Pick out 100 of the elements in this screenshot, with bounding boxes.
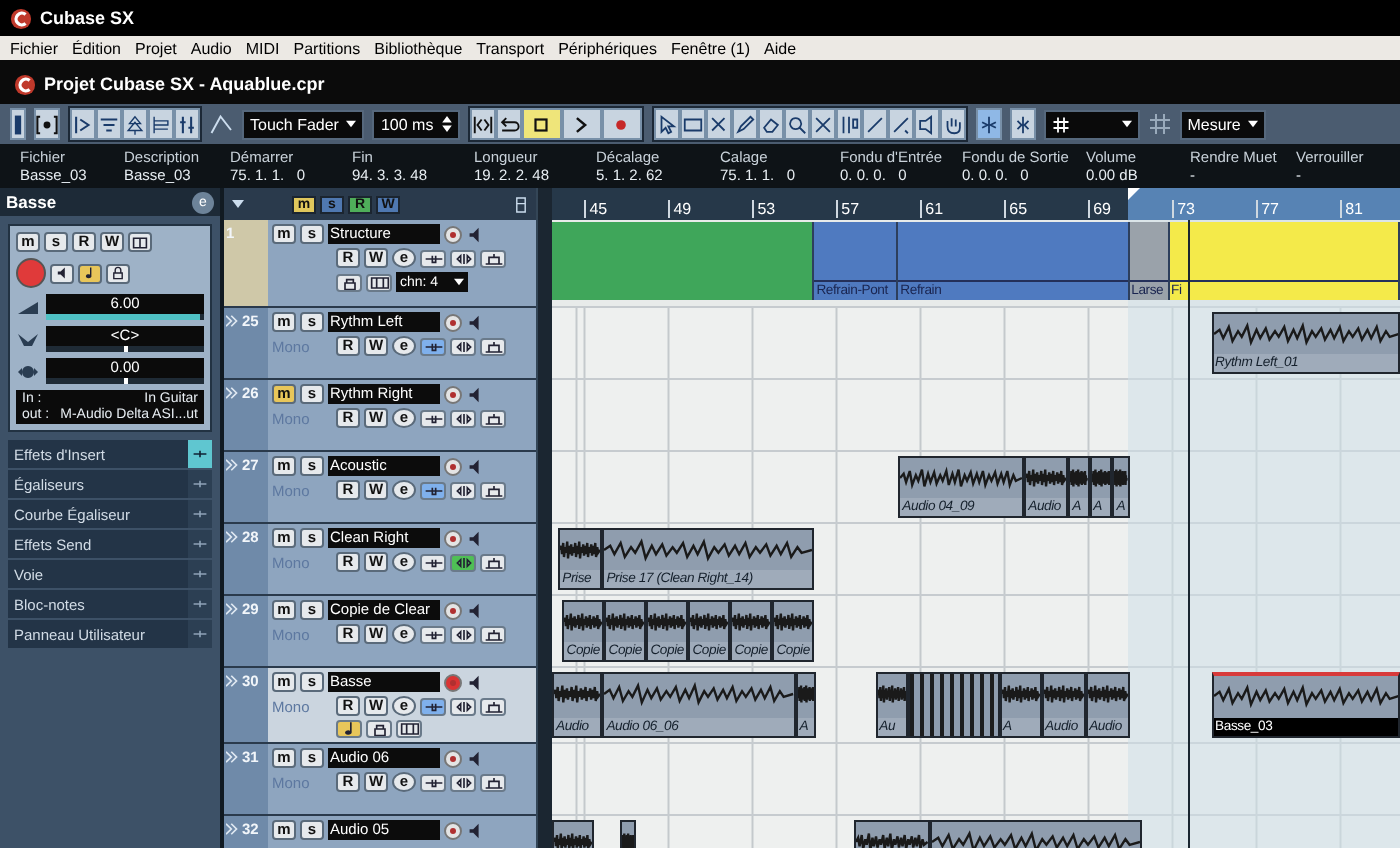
send-bypass-icon[interactable]: [480, 337, 506, 355]
monitor-icon[interactable]: [466, 225, 484, 243]
play-tool-icon[interactable]: [913, 108, 940, 140]
mixer-icon[interactable]: [174, 108, 200, 140]
snap-button[interactable]: [975, 108, 1002, 140]
record-enable-button[interactable]: [444, 673, 462, 691]
record-enable-button[interactable]: [444, 313, 462, 331]
eq-bypass-icon[interactable]: [450, 697, 476, 715]
menu-item[interactable]: MIDI: [245, 39, 280, 57]
spinner-icon[interactable]: [441, 116, 452, 132]
eq-bypass-icon[interactable]: [450, 409, 476, 427]
insert-bypass-icon[interactable]: [420, 773, 446, 791]
automation-mode-dropdown[interactable]: Touch Fader: [242, 109, 365, 139]
record-enable-button[interactable]: [444, 529, 462, 547]
menu-item[interactable]: Projet: [134, 39, 177, 57]
tree-icon[interactable]: [122, 108, 148, 140]
section-toggle-icon[interactable]: [188, 440, 212, 468]
pencil-icon[interactable]: [731, 108, 758, 140]
filter-icon[interactable]: [96, 108, 122, 140]
send-bypass-icon[interactable]: [480, 625, 506, 643]
monitor-icon[interactable]: [466, 457, 484, 475]
lanes-icon[interactable]: [128, 232, 152, 252]
lock-icon[interactable]: [106, 263, 130, 283]
hand-icon[interactable]: [939, 108, 966, 140]
record-button[interactable]: [601, 108, 642, 140]
monitor-icon[interactable]: [50, 263, 74, 283]
eq-bypass-icon[interactable]: [450, 773, 476, 791]
send-bypass-icon[interactable]: [480, 409, 506, 427]
monitor-icon[interactable]: [466, 749, 484, 767]
send-bypass-icon[interactable]: [480, 481, 506, 499]
record-enable-button[interactable]: [16, 258, 46, 288]
menu-item[interactable]: Fichier: [10, 39, 59, 57]
scissors-icon[interactable]: [705, 108, 732, 140]
send-bypass-icon[interactable]: [480, 249, 506, 267]
insert-bypass-icon[interactable]: [420, 697, 446, 715]
glue-icon[interactable]: [835, 108, 862, 140]
activate-project-button[interactable]: [10, 108, 26, 140]
cycle-icon[interactable]: [495, 108, 522, 140]
section-toggle-icon[interactable]: [188, 620, 212, 648]
timeline-ruler[interactable]: 45 49 53 57 61 65 69 73 77 81: [552, 188, 1400, 220]
lock-icon[interactable]: [336, 273, 362, 291]
preroll-field[interactable]: 100 ms: [372, 109, 460, 139]
lock-icon[interactable]: [366, 720, 392, 738]
section-toggle-icon[interactable]: [188, 500, 212, 528]
record-enable-button[interactable]: [444, 385, 462, 403]
snap-mode-dropdown[interactable]: [1043, 109, 1140, 139]
lanes-icon[interactable]: [366, 273, 392, 291]
zoom-icon[interactable]: [783, 108, 810, 140]
eraser-icon[interactable]: [757, 108, 784, 140]
menu-item[interactable]: Bibliothèque: [374, 39, 463, 57]
menu-item[interactable]: Transport: [476, 39, 545, 57]
insert-bypass-icon[interactable]: [420, 337, 446, 355]
menu-item[interactable]: Édition: [72, 39, 121, 57]
menu-item[interactable]: Audio: [190, 39, 232, 57]
eq-bypass-icon[interactable]: [450, 625, 476, 643]
constrain-delay-button[interactable]: [34, 108, 60, 140]
eq-bypass-icon[interactable]: [450, 249, 476, 267]
monitor-icon[interactable]: [466, 529, 484, 547]
insert-bypass-icon[interactable]: [420, 625, 446, 643]
menu-item[interactable]: Périphériques: [558, 39, 657, 57]
monitor-icon[interactable]: [466, 385, 484, 403]
insert-bypass-icon[interactable]: [420, 481, 446, 499]
record-enable-button[interactable]: [444, 749, 462, 767]
monitor-icon[interactable]: [466, 313, 484, 331]
note-icon[interactable]: [336, 720, 362, 738]
send-bypass-icon[interactable]: [480, 697, 506, 715]
record-enable-button[interactable]: [444, 601, 462, 619]
view-toggle-icon[interactable]: [70, 108, 96, 140]
eq-bypass-icon[interactable]: [450, 337, 476, 355]
note-icon[interactable]: [78, 263, 102, 283]
stop-button[interactable]: [521, 108, 562, 140]
caret-icon[interactable]: [232, 200, 244, 208]
sliced-audio-event[interactable]: [908, 672, 1000, 738]
record-enable-button[interactable]: [444, 225, 462, 243]
menu-item[interactable]: Fenêtre (1): [670, 39, 751, 57]
track-controls-icon[interactable]: [514, 195, 528, 213]
send-bypass-icon[interactable]: [480, 773, 506, 791]
section-toggle-icon[interactable]: [188, 530, 212, 558]
lanes-icon[interactable]: [396, 720, 422, 738]
record-enable-button[interactable]: [444, 821, 462, 839]
monitor-icon[interactable]: [466, 821, 484, 839]
snap-to-zero-icon[interactable]: [1009, 108, 1036, 140]
menu-item[interactable]: Partitions: [293, 39, 361, 57]
monitor-icon[interactable]: [466, 673, 484, 691]
play-button[interactable]: [561, 108, 602, 140]
send-bypass-icon[interactable]: [480, 553, 506, 571]
insert-bypass-icon[interactable]: [420, 409, 446, 427]
insert-bypass-icon[interactable]: [420, 553, 446, 571]
insert-bypass-icon[interactable]: [420, 249, 446, 267]
section-toggle-icon[interactable]: [188, 470, 212, 498]
monitor-icon[interactable]: [466, 601, 484, 619]
menu-item[interactable]: Aide: [764, 39, 797, 57]
locator-jump-icon[interactable]: [469, 108, 496, 140]
mute-tool-icon[interactable]: [809, 108, 836, 140]
section-toggle-icon[interactable]: [188, 590, 212, 618]
columns-icon[interactable]: [148, 108, 174, 140]
pointer-icon[interactable]: [653, 108, 680, 140]
eq-bypass-icon[interactable]: [450, 481, 476, 499]
grid-type-dropdown[interactable]: Mesure: [1179, 109, 1267, 139]
range-icon[interactable]: [679, 108, 706, 140]
